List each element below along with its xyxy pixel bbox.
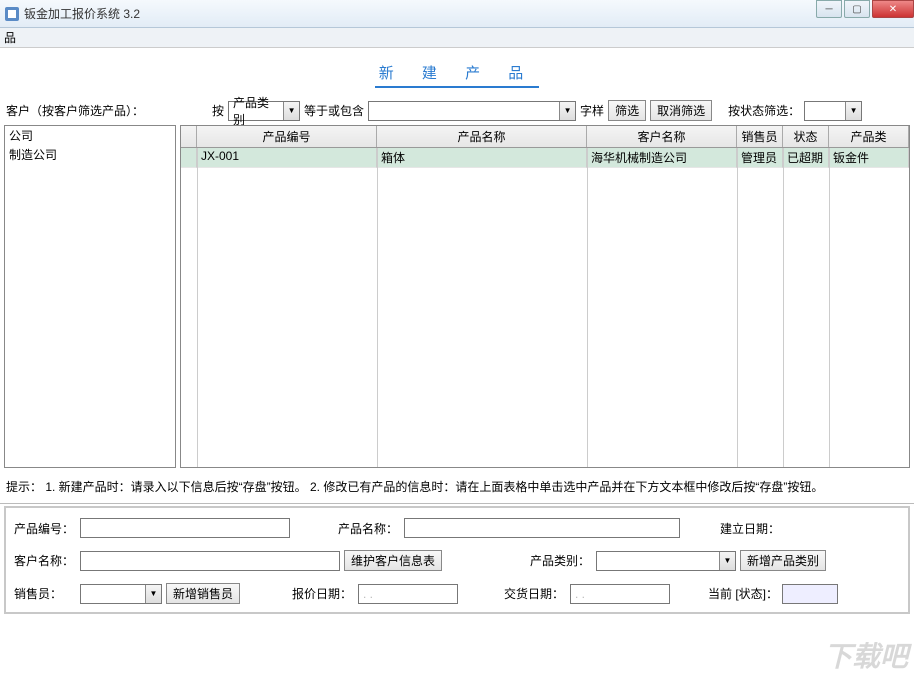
window-controls: ─ ▢ ✕ [814,0,914,18]
window-titlebar: 钣金加工报价系统 3.2 ─ ▢ ✕ [0,0,914,28]
by-label: 按 [212,102,224,119]
page-heading: 新 建 产 品 [375,62,540,88]
col-header-product-no[interactable]: 产品编号 [197,126,377,147]
salesman-label: 销售员： [14,585,76,602]
maintain-customer-button[interactable]: 维护客户信息表 [344,550,442,571]
chevron-down-icon: ▼ [283,102,299,120]
current-status-label: 当前 [状态]： [708,585,778,602]
menu-item[interactable]: 品 [4,29,16,46]
current-status-display [782,584,838,604]
close-button[interactable]: ✕ [872,0,914,18]
salesman-select[interactable]: ▼ [80,584,162,604]
col-header-status[interactable]: 状态 [783,126,829,147]
page-heading-row: 新 建 产 品 [0,48,914,96]
window-title: 钣金加工报价系统 3.2 [24,5,910,22]
chevron-down-icon: ▼ [559,102,575,120]
col-header-product-name[interactable]: 产品名称 [377,126,587,147]
filter-bar: 客户（按客户筛选产品）： 按 产品类别 ▼ 等于或包含 ▼ 字样 筛选 取消筛选… [0,96,914,125]
customer-sidebar[interactable]: 公司 制造公司 [4,125,176,468]
col-header-category[interactable]: 产品类 [829,126,909,147]
filter-button[interactable]: 筛选 [608,100,646,121]
category-select[interactable]: ▼ [596,551,736,571]
status-filter-combo[interactable]: ▼ [804,101,862,121]
sidebar-item[interactable]: 制造公司 [5,145,175,164]
grid-header: 产品编号 产品名称 客户名称 销售员 状态 产品类 [181,126,909,148]
product-name-label: 产品名称： [338,520,400,537]
product-no-input[interactable] [80,518,290,538]
hint-text: 提示： 1. 新建产品时：请录入以下信息后按“存盘”按钮。 2. 修改已有产品的… [0,468,914,504]
condition-label: 等于或包含 [304,102,364,119]
delivery-date-input[interactable]: . . [570,584,670,604]
add-category-button[interactable]: 新增产品类别 [740,550,826,571]
app-icon [4,6,20,22]
maximize-button[interactable]: ▢ [844,0,870,18]
cell-category: 钣金件 [829,148,909,168]
status-filter-label: 按状态筛选： [728,102,800,119]
category-combo-text: 产品类别 [229,94,283,128]
grid-body: JX-001 箱体 海华机械制造公司 管理员 已超期 钣金件 [181,148,909,467]
menu-bar: 品 [0,28,914,48]
quote-date-input[interactable]: . . [358,584,458,604]
customer-filter-label: 客户（按客户筛选产品）： [6,102,144,119]
filter-value-combo[interactable]: ▼ [368,101,576,121]
product-form: 产品编号： 产品名称： 建立日期： 客户名称： 维护客户信息表 产品类别： ▼ … [4,506,910,614]
suffix-label: 字样 [580,102,604,119]
cell-salesman: 管理员 [737,148,783,168]
cell-product-name: 箱体 [377,148,587,168]
sidebar-item[interactable]: 公司 [5,126,175,145]
table-row[interactable]: JX-001 箱体 海华机械制造公司 管理员 已超期 钣金件 [181,148,909,168]
cell-product-no: JX-001 [197,148,377,168]
quote-date-label: 报价日期： [292,585,354,602]
chevron-down-icon: ▼ [145,585,161,603]
product-grid[interactable]: 产品编号 产品名称 客户名称 销售员 状态 产品类 JX-001 箱体 海华机械… [180,125,910,468]
category-combo[interactable]: 产品类别 ▼ [228,101,300,121]
category-label: 产品类别： [530,552,592,569]
create-date-label: 建立日期： [720,520,782,537]
minimize-button[interactable]: ─ [816,0,842,18]
customer-name-input[interactable] [80,551,340,571]
cell-customer: 海华机械制造公司 [587,148,737,168]
col-header[interactable] [181,126,197,147]
customer-name-label: 客户名称： [14,552,76,569]
product-no-label: 产品编号： [14,520,76,537]
col-header-salesman[interactable]: 销售员 [737,126,783,147]
cancel-filter-button[interactable]: 取消筛选 [650,100,712,121]
chevron-down-icon: ▼ [845,102,861,120]
col-header-customer[interactable]: 客户名称 [587,126,737,147]
row-selector[interactable] [181,148,197,168]
add-salesman-button[interactable]: 新增销售员 [166,583,240,604]
watermark: 下载吧 [824,635,908,675]
chevron-down-icon: ▼ [719,552,735,570]
cell-status: 已超期 [783,148,829,168]
delivery-date-label: 交货日期： [504,585,566,602]
product-name-input[interactable] [404,518,680,538]
